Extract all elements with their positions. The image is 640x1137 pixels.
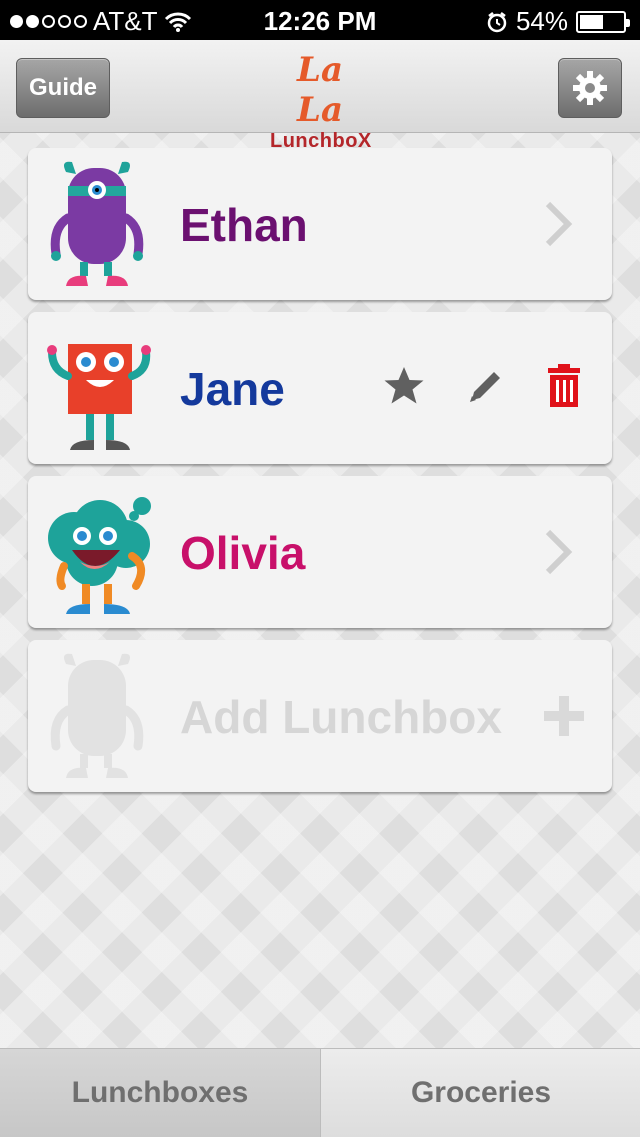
- navigation-bar: Guide La La LunchboX: [0, 40, 640, 152]
- gear-icon: [573, 71, 607, 105]
- pencil-edit-icon[interactable]: [466, 366, 506, 406]
- tab-lunchboxes[interactable]: Lunchboxes: [0, 1049, 320, 1137]
- settings-button[interactable]: [558, 58, 622, 118]
- lunchbox-name: Olivia: [180, 527, 306, 579]
- red-monster-avatar: [47, 344, 151, 450]
- purple-monster-avatar: [50, 161, 144, 286]
- tab-bar: Lunchboxes Groceries: [0, 1048, 640, 1137]
- add-lunchbox-label: Add Lunchbox: [180, 691, 502, 743]
- monster-silhouette-placeholder-icon: [50, 653, 144, 778]
- teal-cloud-monster-avatar: [48, 497, 151, 614]
- lunchbox-name: Ethan: [180, 199, 308, 251]
- status-bar: AT&T 12:26 PM 54%: [0, 0, 640, 40]
- star-icon[interactable]: [382, 365, 426, 407]
- logo-top-text: La La: [297, 50, 343, 130]
- lunchbox-row-olivia[interactable]: Olivia: [28, 476, 612, 628]
- tab-groceries[interactable]: Groceries: [320, 1049, 640, 1137]
- alarm-icon: [487, 11, 507, 32]
- chevron-right-icon: [545, 201, 573, 247]
- battery-percent: 54%: [515, 6, 568, 36]
- guide-button[interactable]: Guide: [16, 58, 110, 118]
- plus-icon: [544, 696, 584, 736]
- trash-delete-icon[interactable]: [546, 364, 582, 408]
- app-logo: La La LunchboX: [270, 50, 371, 152]
- battery-icon: [576, 10, 630, 33]
- lunchbox-row-ethan[interactable]: Ethan: [28, 148, 612, 300]
- add-lunchbox-row[interactable]: Add Lunchbox: [28, 640, 612, 792]
- lunchbox-name: Jane: [180, 363, 285, 415]
- lunchbox-row-jane[interactable]: Jane: [28, 312, 612, 464]
- chevron-right-icon: [545, 529, 573, 575]
